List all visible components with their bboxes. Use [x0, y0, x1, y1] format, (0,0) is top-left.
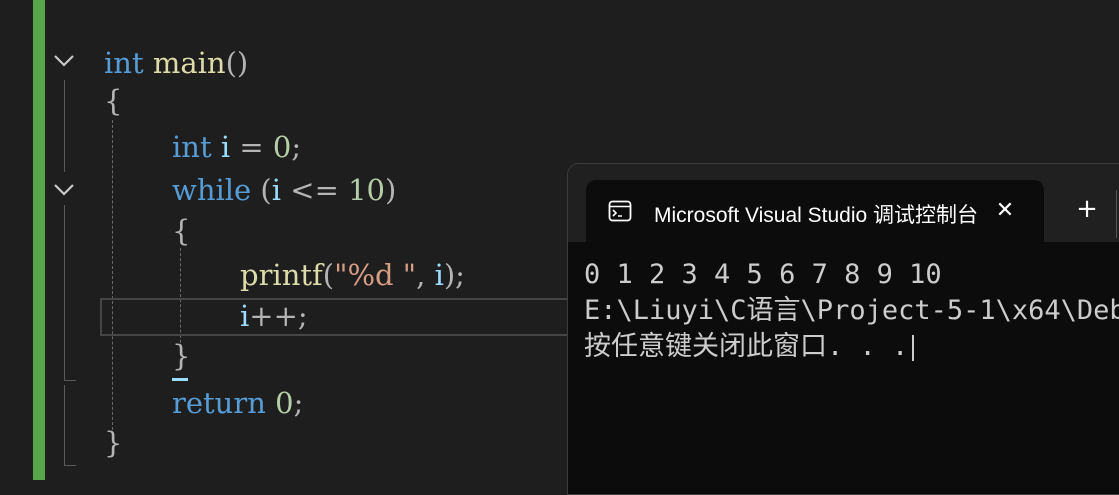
console-titlebar: Microsoft Visual Studio 调试控制台 ✕ +	[568, 164, 1119, 242]
terminal-icon	[608, 200, 632, 222]
code-token: )	[385, 173, 397, 207]
code-token: ,	[416, 258, 435, 292]
fold-chevron-down-icon[interactable]	[53, 181, 75, 197]
fold-guide-end	[64, 380, 76, 381]
code-token: i	[271, 173, 282, 207]
fold-guide-end	[64, 465, 76, 466]
code-line-printf-line[interactable]: printf("%d ", i);	[240, 256, 465, 294]
code-token: i	[220, 130, 231, 164]
console-output-line: 按任意键关闭此窗口. . .	[584, 329, 915, 365]
console-tab[interactable]: Microsoft Visual Studio 调试控制台 ✕	[586, 180, 1044, 242]
code-token: int	[104, 46, 144, 80]
code-token: }	[104, 426, 123, 460]
fold-guide-line	[64, 205, 65, 380]
fold-chevron-down-icon[interactable]	[53, 52, 75, 68]
code-token: main	[152, 46, 226, 80]
indent-guide	[112, 120, 113, 430]
code-line-return-line[interactable]: return 0;	[172, 384, 303, 422]
code-token: (	[322, 258, 335, 292]
fold-guide-line	[64, 80, 65, 172]
code-token: {	[104, 84, 123, 118]
change-indicator-bar	[33, 0, 45, 480]
code-line-close-brace-2[interactable]: }	[172, 337, 190, 375]
brace-match-marker	[172, 378, 188, 381]
code-line-open-brace-1[interactable]: {	[104, 82, 122, 120]
code-line-open-brace-2[interactable]: {	[172, 212, 190, 250]
code-token: ++;	[249, 299, 308, 333]
close-icon[interactable]: ✕	[988, 194, 1022, 228]
code-token: }	[172, 339, 191, 373]
console-tab-title: Microsoft Visual Studio 调试控制台	[654, 204, 979, 227]
code-line-close-brace-1[interactable]: }	[104, 424, 122, 462]
code-line-increment-line[interactable]: i++;	[240, 297, 308, 335]
code-line-decl-i[interactable]: int i = 0;	[172, 128, 301, 166]
debug-console-window[interactable]: Microsoft Visual Studio 调试控制台 ✕ + 0 1 2 …	[567, 163, 1119, 495]
console-prompt-text: 按任意键关闭此窗口. . .	[584, 331, 909, 362]
code-token: i	[434, 258, 444, 292]
code-token: 0	[275, 386, 294, 420]
text-cursor	[912, 334, 915, 361]
console-output-line: E:\Liuyi\C语言\Project-5-1\x64\Debug\Proje…	[584, 295, 1119, 326]
code-token: 0	[272, 130, 292, 164]
code-token: printf	[240, 258, 323, 292]
code-token: =	[230, 130, 273, 164]
titlebar-divider	[1116, 190, 1117, 238]
code-token: <=	[281, 173, 349, 207]
code-token: ;	[291, 130, 302, 164]
code-token: 10	[348, 173, 385, 207]
console-output-line: 0 1 2 3 4 5 6 7 8 9 10	[584, 259, 942, 290]
code-token: ;	[293, 386, 304, 420]
code-token: return	[172, 386, 266, 420]
code-token: int	[172, 130, 212, 164]
code-token: );	[443, 258, 465, 292]
code-token: i	[240, 299, 250, 333]
code-token: "%d "	[334, 258, 417, 292]
fold-guide-line	[64, 385, 65, 465]
code-token: (	[251, 173, 272, 207]
code-token: while	[172, 173, 252, 207]
code-token: {	[172, 214, 191, 248]
code-token: ()	[225, 46, 249, 80]
code-line-main-signature[interactable]: int main()	[104, 44, 248, 82]
new-tab-button[interactable]: +	[1070, 192, 1104, 226]
current-line-highlight	[100, 298, 584, 336]
code-line-while-line[interactable]: while (i <= 10)	[172, 171, 396, 209]
